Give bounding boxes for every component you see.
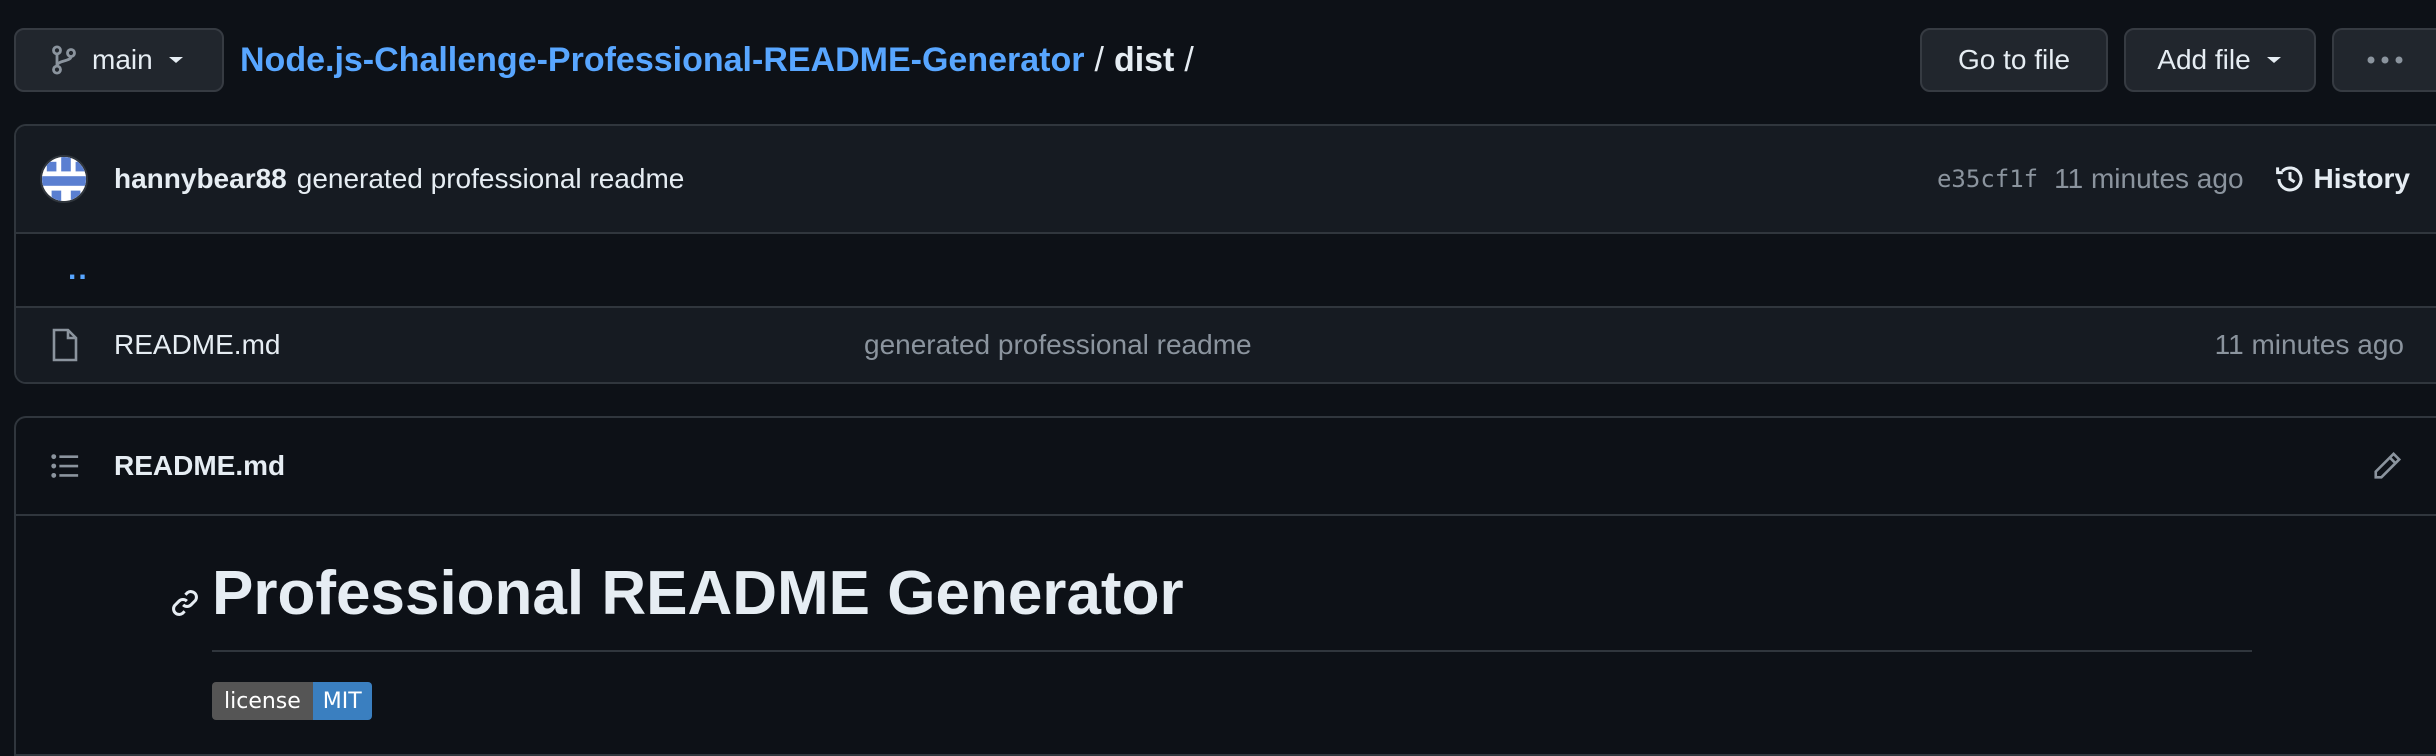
- file-commit-time: 11 minutes ago: [2214, 329, 2404, 360]
- file-commit-message-link[interactable]: generated professional readme: [864, 329, 1252, 361]
- branch-selector-button[interactable]: main: [14, 28, 224, 92]
- file-name-link[interactable]: README.md: [114, 329, 280, 361]
- readme-heading-block: Professional README Generator: [172, 558, 2252, 652]
- link-icon[interactable]: [170, 588, 200, 618]
- branch-label: main: [92, 44, 153, 75]
- more-options-button[interactable]: [2332, 28, 2436, 92]
- breadcrumb-repo-link[interactable]: Node.js-Challenge-Professional-README-Ge…: [240, 41, 1084, 80]
- breadcrumb-current-dir: dist: [1113, 40, 1175, 79]
- add-file-button[interactable]: Add file: [2124, 28, 2316, 92]
- history-link[interactable]: History: [2274, 163, 2410, 195]
- file-row[interactable]: README.md generated professional readme …: [16, 308, 2436, 382]
- file-browser: hannybear88 generated professional readm…: [14, 124, 2436, 384]
- latest-commit-bar: hannybear88 generated professional readm…: [16, 126, 2436, 234]
- history-label: History: [2313, 163, 2410, 194]
- commit-author-link[interactable]: hannybear88: [114, 163, 287, 195]
- readme-panel: README.md Professional README Generator …: [14, 416, 2436, 756]
- parent-directory-link[interactable]: ..: [16, 234, 2436, 308]
- add-file-label: Add file: [2157, 44, 2251, 75]
- go-to-file-button[interactable]: Go to file: [1920, 28, 2108, 92]
- breadcrumb: Node.js-Challenge-Professional-README-Ge…: [240, 40, 1194, 80]
- badge-label: license: [212, 682, 313, 720]
- pencil-icon[interactable]: [2372, 451, 2402, 481]
- parent-directory-label: ..: [68, 253, 89, 286]
- readme-heading: Professional README Generator: [212, 559, 1184, 628]
- avatar[interactable]: [40, 155, 88, 203]
- list-unordered-icon[interactable]: [50, 451, 80, 481]
- chevron-down-icon: [2265, 55, 2283, 65]
- readme-header: README.md: [16, 418, 2436, 516]
- commit-meta: e35cf1f 11 minutes ago History: [1937, 163, 2410, 195]
- breadcrumb-separator: /: [1094, 40, 1104, 79]
- commit-sha-link[interactable]: e35cf1f: [1937, 165, 2038, 193]
- file-icon: [52, 328, 78, 362]
- breadcrumb-separator: /: [1184, 40, 1194, 79]
- readme-filename-link[interactable]: README.md: [114, 450, 285, 482]
- git-branch-icon: [50, 44, 78, 76]
- go-to-file-label: Go to file: [1957, 44, 2071, 75]
- license-badge[interactable]: license MIT: [212, 682, 372, 720]
- repo-toolbar: main Node.js-Challenge-Professional-READ…: [0, 0, 2436, 120]
- chevron-down-icon: [167, 55, 185, 65]
- badge-value: MIT: [312, 682, 372, 720]
- history-icon: [2274, 163, 2306, 195]
- commit-message-link[interactable]: generated professional readme: [297, 163, 685, 195]
- commit-time: 11 minutes ago: [2054, 163, 2244, 194]
- kebab-horizontal-icon: [2367, 56, 2403, 64]
